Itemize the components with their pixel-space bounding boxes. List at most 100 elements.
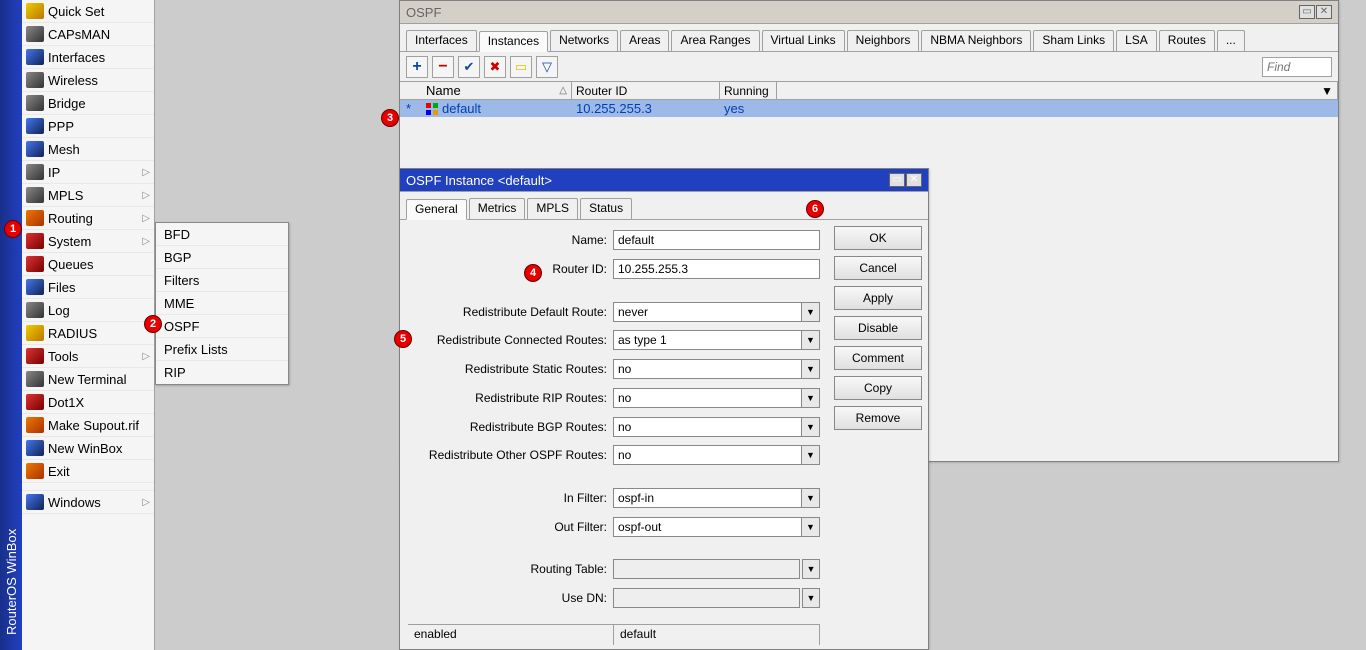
menu-item-capsman[interactable]: CAPsMAN [22,23,154,46]
add-button[interactable]: + [406,56,428,78]
comment-button[interactable]: ▭ [510,56,532,78]
disable-button[interactable]: ✖ [484,56,506,78]
col-router-id[interactable]: Router ID [572,82,720,99]
chevron-down-icon[interactable]: ▼ [802,588,820,608]
tab-routes[interactable]: Routes [1159,30,1215,51]
name-label: Name: [408,233,613,247]
tab-instances[interactable]: Instances [479,31,548,52]
tab-sham-links[interactable]: Sham Links [1033,30,1114,51]
menu-item-log[interactable]: Log [22,299,154,322]
menu-item-dot1x[interactable]: Dot1X [22,391,154,414]
chevron-down-icon[interactable]: ▼ [802,559,820,579]
submenu-item-bfd[interactable]: BFD [156,223,288,246]
menu-icon [26,141,44,157]
tab-mpls[interactable]: MPLS [527,198,578,219]
minimize-icon[interactable]: ▭ [889,173,905,187]
menu-item-make-supout-rif[interactable]: Make Supout.rif [22,414,154,437]
find-input[interactable] [1262,57,1332,77]
menu-item-mpls[interactable]: MPLS▷ [22,184,154,207]
chevron-down-icon[interactable]: ▼ [802,388,820,408]
chevron-down-icon[interactable]: ▼ [802,302,820,322]
menu-item-wireless[interactable]: Wireless [22,69,154,92]
menu-item-routing[interactable]: Routing▷ [22,207,154,230]
menu-item-new-terminal[interactable]: New Terminal [22,368,154,391]
col-menu[interactable]: ▼ [777,82,1338,99]
tab-area-ranges[interactable]: Area Ranges [671,30,759,51]
out-filter-field[interactable] [613,517,802,537]
redist-bgp-field[interactable] [613,417,802,437]
ok-button[interactable]: OK [834,226,922,250]
redist-static-field[interactable] [613,359,802,379]
instance-titlebar[interactable]: OSPF Instance <default> ▭ ✕ [400,169,928,192]
tab-status[interactable]: Status [580,198,632,219]
chevron-down-icon[interactable]: ▼ [802,330,820,350]
chevron-down-icon[interactable]: ▼ [802,417,820,437]
menu-label: Exit [48,464,70,479]
tab-neighbors[interactable]: Neighbors [847,30,920,51]
tab-networks[interactable]: Networks [550,30,618,51]
tab-general[interactable]: General [406,199,467,220]
menu-item-ip[interactable]: IP▷ [22,161,154,184]
disable-button[interactable]: Disable [834,316,922,340]
apply-button[interactable]: Apply [834,286,922,310]
menu-item-system[interactable]: System▷ [22,230,154,253]
menu-item-radius[interactable]: RADIUS [22,322,154,345]
close-icon[interactable]: ✕ [906,173,922,187]
tab-interfaces[interactable]: Interfaces [406,30,477,51]
ospf-window-titlebar[interactable]: OSPF ▭ ✕ [400,1,1338,24]
menu-item-mesh[interactable]: Mesh [22,138,154,161]
menu-item-queues[interactable]: Queues [22,253,154,276]
menu-item-windows[interactable]: Windows▷ [22,491,154,514]
tab-lsa[interactable]: LSA [1116,30,1157,51]
menu-icon [26,26,44,42]
redist-connected-field[interactable] [613,330,802,350]
submenu-item-ospf[interactable]: OSPF [156,315,288,338]
name-field[interactable] [613,230,820,250]
chevron-right-icon: ▷ [142,213,150,224]
tab-nbma-neighbors[interactable]: NBMA Neighbors [921,30,1031,51]
submenu-item-bgp[interactable]: BGP [156,246,288,269]
redist-other-ospf-field[interactable] [613,445,802,465]
comment-button[interactable]: Comment [834,346,922,370]
tab-virtual-links[interactable]: Virtual Links [762,30,845,51]
menu-item-tools[interactable]: Tools▷ [22,345,154,368]
submenu-item-rip[interactable]: RIP [156,361,288,384]
tab-metrics[interactable]: Metrics [469,198,526,219]
row-name-cell: default [422,101,572,116]
in-filter-field[interactable] [613,488,802,508]
submenu-item-filters[interactable]: Filters [156,269,288,292]
chevron-down-icon[interactable]: ▼ [802,517,820,537]
chevron-down-icon[interactable]: ▼ [802,445,820,465]
filter-button[interactable]: ▽ [536,56,558,78]
routing-table-field[interactable] [613,559,800,579]
enable-button[interactable]: ✔ [458,56,480,78]
table-row[interactable]: * default 10.255.255.3 yes [400,100,1338,117]
redist-rip-field[interactable] [613,388,802,408]
menu-item-new-winbox[interactable]: New WinBox [22,437,154,460]
menu-item-exit[interactable]: Exit [22,460,154,483]
redist-default-field[interactable] [613,302,802,322]
tab--[interactable]: ... [1217,30,1245,51]
minimize-icon[interactable]: ▭ [1299,5,1315,19]
copy-button[interactable]: Copy [834,376,922,400]
submenu-item-mme[interactable]: MME [156,292,288,315]
remove-button[interactable]: Remove [834,406,922,430]
col-name[interactable]: Name△ [422,82,572,99]
use-dn-field[interactable] [613,588,800,608]
chevron-down-icon[interactable]: ▼ [802,488,820,508]
close-icon[interactable]: ✕ [1316,5,1332,19]
menu-item-quick-set[interactable]: Quick Set [22,0,154,23]
menu-item-files[interactable]: Files [22,276,154,299]
cancel-button[interactable]: Cancel [834,256,922,280]
chevron-down-icon[interactable]: ▼ [802,359,820,379]
submenu-item-prefix-lists[interactable]: Prefix Lists [156,338,288,361]
menu-item-ppp[interactable]: PPP [22,115,154,138]
menu-icon [26,417,44,433]
menu-item-interfaces[interactable]: Interfaces [22,46,154,69]
menu-item-bridge[interactable]: Bridge [22,92,154,115]
remove-button[interactable]: − [432,56,454,78]
col-running[interactable]: Running [720,82,777,99]
router-id-field[interactable] [613,259,820,279]
instance-side-buttons: OK Cancel Apply Disable Comment Copy Remove [828,220,928,649]
tab-areas[interactable]: Areas [620,30,669,51]
